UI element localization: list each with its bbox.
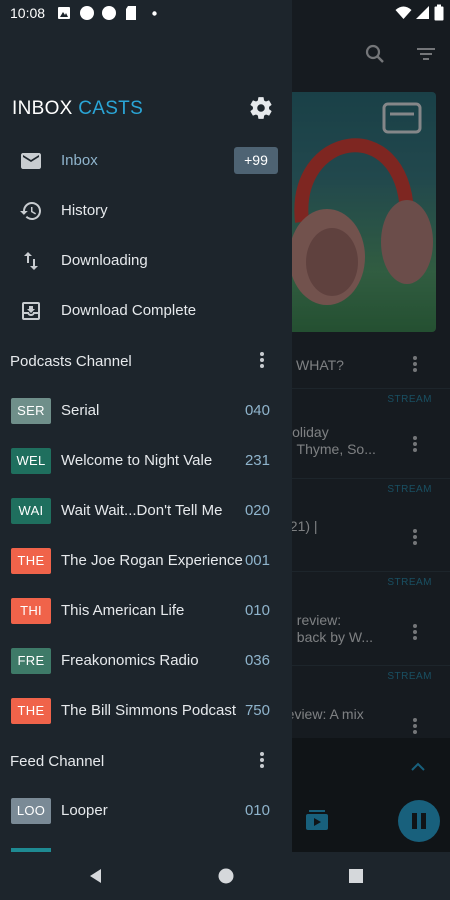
- status-time: 10:08: [10, 5, 46, 21]
- podcasts-channel-header: Podcasts Channel: [0, 342, 292, 382]
- more-vert-icon[interactable]: [259, 750, 265, 770]
- nav-item-download-complete[interactable]: Download Complete: [0, 286, 292, 336]
- channel-item[interactable]: FRE Freakonomics Radio 036: [0, 636, 292, 686]
- channel-item[interactable]: SER Serial 040: [0, 386, 292, 436]
- channel-item[interactable]: THE The Joe Rogan Experience 001: [0, 536, 292, 586]
- channel-count: 231: [244, 452, 270, 469]
- brand-part1: INBOX: [12, 98, 73, 119]
- channel-tag: WEL: [11, 448, 51, 474]
- channel-name: Serial: [61, 402, 100, 419]
- circle-notification-icon: [102, 6, 116, 20]
- channel-count: 036: [244, 652, 270, 669]
- channel-tag: THI: [11, 598, 51, 624]
- channel-tag: SER: [11, 398, 51, 424]
- channel-tag: THE: [11, 548, 51, 574]
- inbox-count-badge: +99: [234, 147, 278, 174]
- channel-item[interactable]: THE The Bill Simmons Podcast 750: [0, 686, 292, 736]
- channel-name: The Joe Rogan Experience: [61, 552, 243, 569]
- navigation-drawer: INBOX CASTS Inbox +99 History Downloadin…: [0, 26, 292, 852]
- home-icon[interactable]: [216, 866, 236, 886]
- nav-item-downloading[interactable]: Downloading: [0, 236, 292, 286]
- download-box-icon: [22, 302, 40, 320]
- channel-count: 010: [244, 802, 270, 819]
- channel-item[interactable]: THI This American Life 010: [0, 586, 292, 636]
- dot-notification-icon: [152, 11, 157, 16]
- system-navigation-bar: [0, 852, 450, 900]
- recents-icon[interactable]: [346, 866, 366, 886]
- section-title: Podcasts Channel: [10, 353, 132, 370]
- channel-name: Welcome to Night Vale: [61, 452, 213, 469]
- nav-item-history[interactable]: History: [0, 186, 292, 236]
- channel-count: 040: [244, 402, 270, 419]
- channel-tag: THE: [11, 698, 51, 724]
- feed-channel-header: Feed Channel: [0, 742, 292, 782]
- back-icon[interactable]: [86, 866, 106, 886]
- circle-notification-icon: [80, 6, 94, 20]
- channel-item[interactable]: LOO Looper 010: [0, 786, 292, 836]
- channel-tag: FRE: [11, 648, 51, 674]
- nav-item-label: History: [61, 202, 108, 219]
- channel-tag: WAI: [11, 498, 51, 524]
- sd-card-icon: [126, 6, 136, 20]
- status-bar: 10:08: [0, 0, 292, 26]
- channel-count: 020: [244, 502, 270, 519]
- channel-tag: LOO: [11, 798, 51, 824]
- channel-name: Wait Wait...Don't Tell Me: [61, 502, 223, 519]
- nav-item-label: Inbox: [61, 152, 98, 169]
- channel-item[interactable]: WAI Wait Wait...Don't Tell Me 020: [0, 486, 292, 536]
- settings-gear-icon[interactable]: [248, 95, 274, 121]
- channel-name: This American Life: [61, 602, 185, 619]
- signal-icon: [416, 6, 429, 19]
- swap-vert-icon: [24, 252, 38, 270]
- more-vert-icon[interactable]: [259, 350, 265, 370]
- photo-notification-icon: [58, 7, 70, 19]
- wifi-icon: [395, 6, 412, 19]
- section-title: Feed Channel: [10, 753, 105, 770]
- brand-part2: CASTS: [78, 98, 144, 119]
- channel-name: The Bill Simmons Podcast: [61, 702, 237, 719]
- channel-count: 001: [244, 552, 270, 569]
- nav-item-label: Download Complete: [61, 302, 197, 319]
- battery-icon: [434, 4, 444, 21]
- status-bar-right: [292, 0, 450, 26]
- history-icon: [20, 202, 41, 220]
- nav-item-label: Downloading: [61, 252, 148, 269]
- channel-count: 010: [244, 602, 270, 619]
- app-logo: INBOX CASTS: [12, 98, 143, 120]
- channel-count: 750: [244, 702, 270, 719]
- channel-name: Looper: [61, 802, 108, 819]
- channel-name: Freakonomics Radio: [61, 652, 199, 669]
- channel-item[interactable]: WEL Welcome to Night Vale 231: [0, 436, 292, 486]
- mail-icon: [21, 153, 41, 169]
